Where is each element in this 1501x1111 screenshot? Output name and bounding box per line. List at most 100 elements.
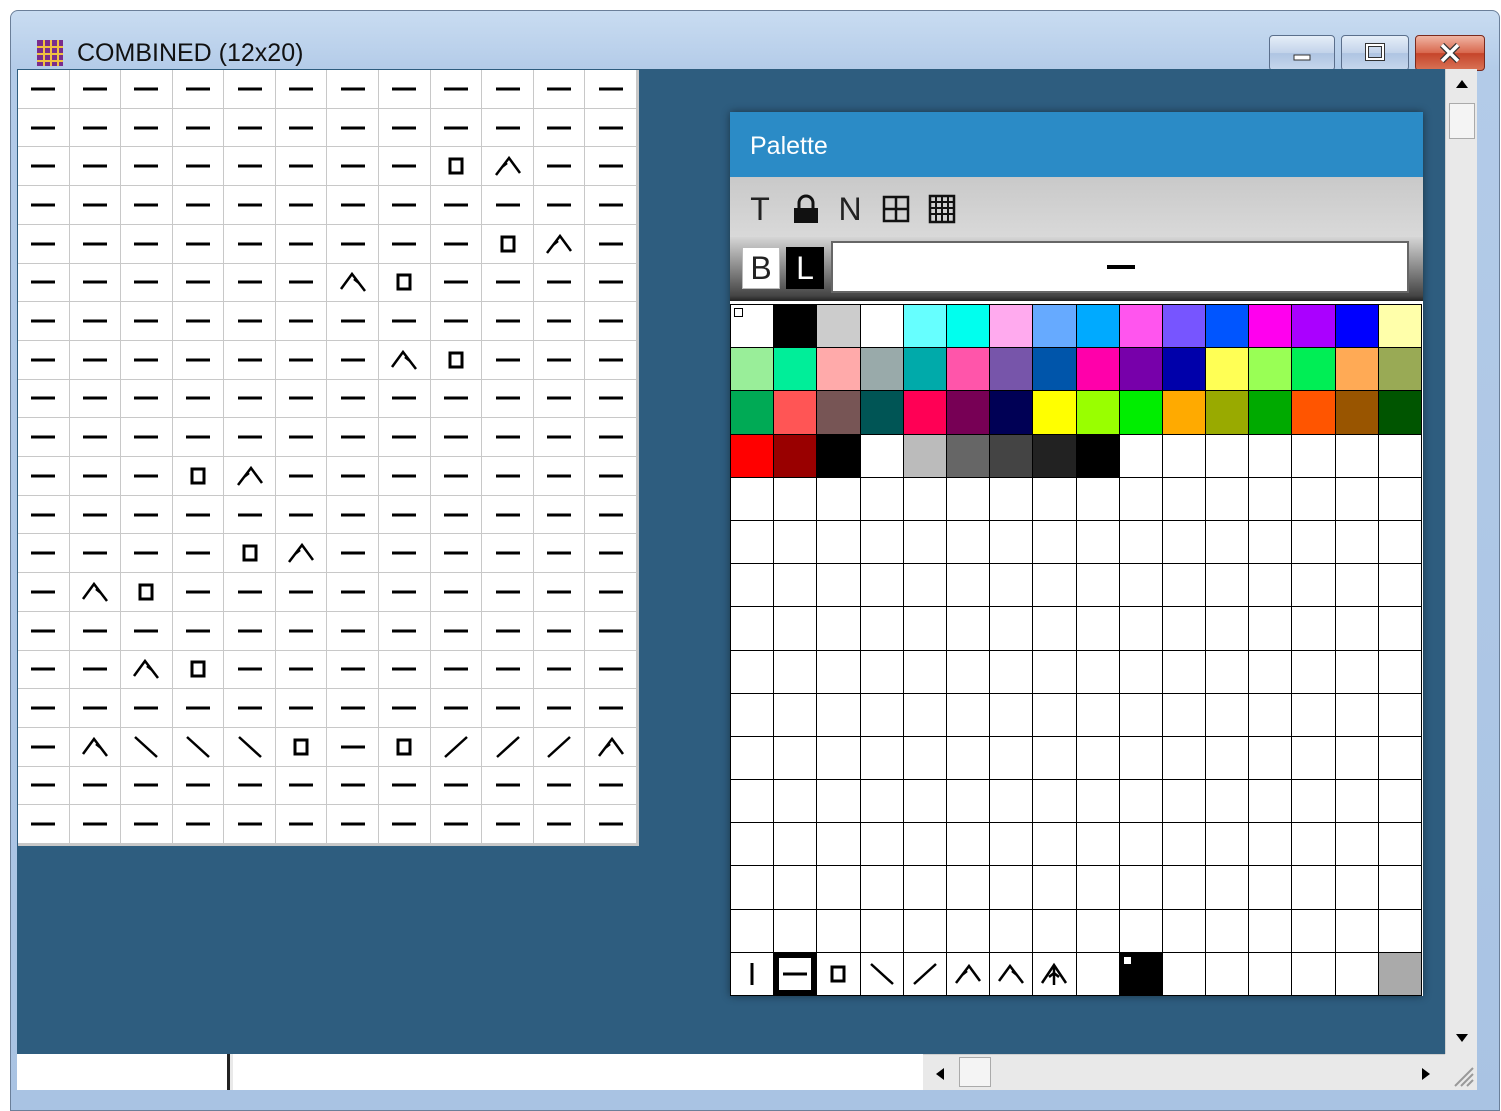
chart-cell[interactable] xyxy=(224,727,276,767)
chart-cell[interactable] xyxy=(224,340,276,380)
color-swatch[interactable] xyxy=(1249,348,1293,392)
empty-swatch[interactable] xyxy=(1162,780,1207,824)
empty-swatch[interactable] xyxy=(860,693,904,737)
empty-swatch[interactable] xyxy=(946,477,991,521)
chart-cell[interactable] xyxy=(172,108,225,148)
chart-cell[interactable] xyxy=(121,573,173,612)
chart-cell[interactable] xyxy=(18,418,70,457)
chart-cell[interactable] xyxy=(585,263,637,303)
empty-swatch[interactable] xyxy=(1378,650,1422,694)
symbol-swatch[interactable] xyxy=(731,952,775,996)
chart-cell[interactable] xyxy=(533,650,586,690)
empty-swatch[interactable] xyxy=(1119,434,1163,478)
chart-cell[interactable] xyxy=(482,727,534,767)
color-swatch[interactable] xyxy=(1206,391,1250,435)
empty-swatch[interactable] xyxy=(946,866,991,910)
horizontal-scroll-thumb[interactable] xyxy=(959,1057,991,1087)
chart-cell[interactable] xyxy=(430,224,483,264)
empty-swatch[interactable] xyxy=(1292,909,1336,953)
vertical-scroll-thumb[interactable] xyxy=(1449,103,1475,139)
chart-cell[interactable] xyxy=(585,534,637,574)
chart-cell[interactable] xyxy=(18,611,70,651)
chart-cell[interactable] xyxy=(327,689,380,728)
chart-cell[interactable] xyxy=(327,108,380,148)
empty-swatch[interactable] xyxy=(860,477,904,521)
empty-swatch[interactable] xyxy=(817,650,861,694)
empty-swatch[interactable] xyxy=(774,607,818,651)
chart-cell[interactable] xyxy=(18,573,70,612)
color-swatch[interactable] xyxy=(1335,391,1379,435)
chart-cell[interactable] xyxy=(327,70,380,109)
chart-cell[interactable] xyxy=(224,495,276,535)
chart-cell[interactable] xyxy=(482,224,534,264)
empty-swatch[interactable] xyxy=(1378,693,1422,737)
empty-swatch[interactable] xyxy=(990,607,1034,651)
empty-swatch[interactable] xyxy=(860,780,904,824)
empty-swatch[interactable] xyxy=(1206,434,1250,478)
chart-cell[interactable] xyxy=(18,495,70,535)
empty-swatch[interactable] xyxy=(817,909,861,953)
empty-swatch[interactable] xyxy=(817,477,861,521)
chart-cell[interactable] xyxy=(533,302,586,341)
chart-cell[interactable] xyxy=(224,766,276,806)
empty-swatch[interactable] xyxy=(1206,780,1250,824)
empty-swatch[interactable] xyxy=(1206,909,1250,953)
empty-swatch[interactable] xyxy=(1033,477,1077,521)
chart-cell[interactable] xyxy=(121,611,173,651)
chart-cell[interactable] xyxy=(275,70,328,109)
color-swatch[interactable] xyxy=(731,391,775,435)
empty-swatch[interactable] xyxy=(1162,650,1207,694)
color-swatch[interactable] xyxy=(1076,434,1120,478)
chart-cell[interactable] xyxy=(379,379,431,419)
empty-swatch[interactable] xyxy=(774,693,818,737)
chart-cell[interactable] xyxy=(482,805,534,844)
empty-swatch[interactable] xyxy=(990,650,1034,694)
empty-swatch[interactable] xyxy=(1249,564,1293,608)
chart-cell[interactable] xyxy=(430,379,483,419)
vertical-scrollbar[interactable] xyxy=(1445,69,1477,1054)
empty-swatch[interactable] xyxy=(1076,736,1120,781)
chart-cell[interactable] xyxy=(379,689,431,728)
chart-cell[interactable] xyxy=(121,457,173,496)
chart-cell[interactable] xyxy=(430,766,483,806)
chart-cell[interactable] xyxy=(379,727,431,767)
color-swatch[interactable] xyxy=(1162,391,1207,435)
color-swatch[interactable] xyxy=(731,434,775,478)
chart-cell[interactable] xyxy=(482,302,534,341)
empty-swatch[interactable] xyxy=(990,693,1034,737)
chart-cell[interactable] xyxy=(327,766,380,806)
chart-cell[interactable] xyxy=(172,573,225,612)
empty-swatch[interactable] xyxy=(860,909,904,953)
chart-cell[interactable] xyxy=(430,611,483,651)
chart-cell[interactable] xyxy=(275,573,328,612)
empty-swatch[interactable] xyxy=(1162,434,1207,478)
chart-cell[interactable] xyxy=(379,108,431,148)
empty-swatch[interactable] xyxy=(1292,564,1336,608)
chart-cell[interactable] xyxy=(121,224,173,264)
color-swatch[interactable] xyxy=(774,305,818,349)
chart-cell[interactable] xyxy=(18,340,70,380)
chart-cell[interactable] xyxy=(172,340,225,380)
empty-swatch[interactable] xyxy=(774,736,818,781)
chart-cell[interactable] xyxy=(533,805,586,844)
color-swatch[interactable] xyxy=(774,391,818,435)
chart-cell[interactable] xyxy=(18,224,70,264)
empty-swatch[interactable] xyxy=(990,866,1034,910)
empty-swatch[interactable] xyxy=(731,780,775,824)
chart-cell[interactable] xyxy=(430,108,483,148)
chart-cell[interactable] xyxy=(18,70,70,109)
empty-swatch[interactable] xyxy=(946,607,991,651)
chart-cell[interactable] xyxy=(585,108,637,148)
empty-swatch[interactable] xyxy=(731,866,775,910)
chart-cell[interactable] xyxy=(121,379,173,419)
empty-swatch[interactable] xyxy=(1206,607,1250,651)
empty-swatch[interactable] xyxy=(1292,823,1336,867)
color-swatch[interactable] xyxy=(990,305,1034,349)
empty-swatch[interactable] xyxy=(1076,477,1120,521)
empty-swatch[interactable] xyxy=(1076,564,1120,608)
color-swatch[interactable] xyxy=(1206,348,1250,392)
chart-cell[interactable] xyxy=(224,457,276,496)
chart-cell[interactable] xyxy=(533,689,586,728)
color-swatch[interactable] xyxy=(817,434,861,478)
chart-cell[interactable] xyxy=(172,727,225,767)
